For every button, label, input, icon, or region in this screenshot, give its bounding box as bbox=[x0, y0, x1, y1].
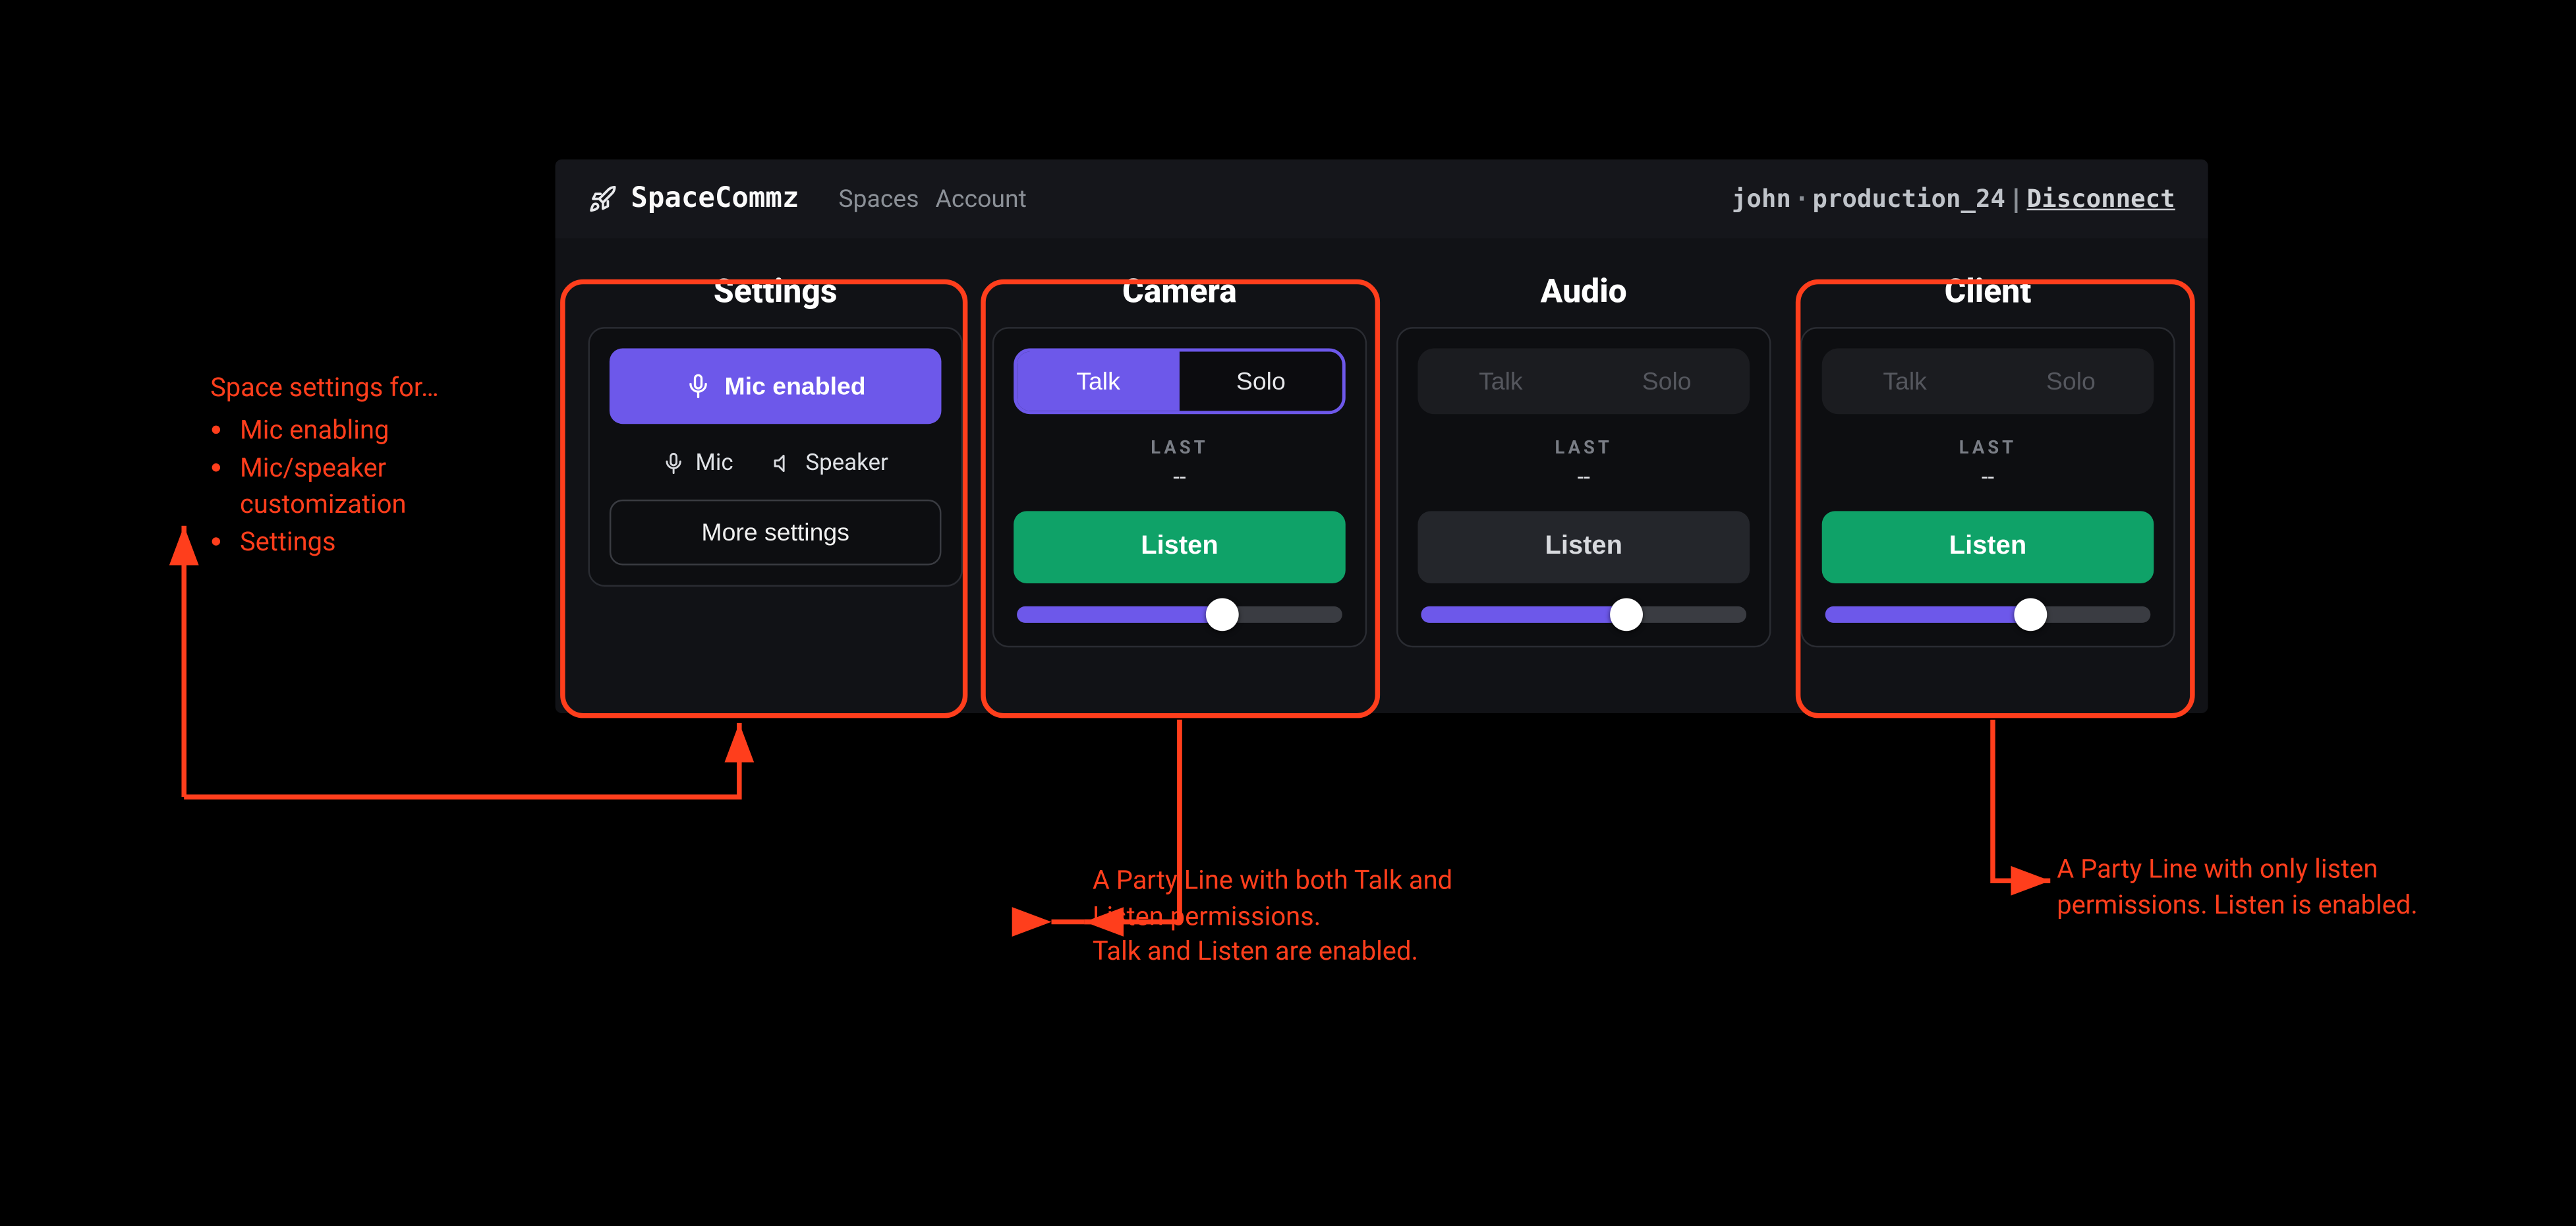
listen-button-camera[interactable]: Listen bbox=[1014, 511, 1346, 583]
topbar: SpaceCommz Spaces Account john · product… bbox=[556, 160, 2208, 239]
volume-slider-audio[interactable] bbox=[1421, 606, 1746, 623]
solo-button-client: Solo bbox=[1988, 349, 2154, 415]
last-value-audio: -- bbox=[1417, 465, 1750, 492]
settings-card: Mic enabled Mic bbox=[588, 327, 962, 587]
panel-title-settings: Settings bbox=[588, 271, 962, 310]
talk-button-audio: Talk bbox=[1417, 349, 1584, 415]
audio-card: Talk Solo LAST -- Listen bbox=[1396, 327, 1771, 647]
brand: SpaceCommz bbox=[588, 183, 799, 216]
mic-enabled-label: Mic enabled bbox=[725, 372, 866, 400]
mic-icon bbox=[663, 452, 686, 475]
annotation-settings-item: Settings bbox=[240, 525, 556, 560]
annotation-settings: Space settings for… Mic enabling Mic/spe… bbox=[210, 370, 556, 564]
talk-solo-toggle-camera: Talk Solo bbox=[1014, 349, 1346, 415]
talk-solo-toggle-client: Talk Solo bbox=[1822, 349, 2154, 415]
last-value-client: -- bbox=[1822, 465, 2154, 492]
brand-label: SpaceCommz bbox=[631, 183, 799, 216]
rocket-icon bbox=[588, 184, 617, 214]
mic-device-select[interactable]: Mic bbox=[663, 450, 733, 477]
panel-audio: Audio Talk Solo LAST -- Listen bbox=[1396, 271, 1771, 647]
annotation-settings-item: Mic/speaker customization bbox=[240, 451, 556, 522]
mic-device-label: Mic bbox=[695, 450, 733, 477]
mic-enabled-button[interactable]: Mic enabled bbox=[610, 349, 942, 424]
annotation-client: A Party Line with only listen permission… bbox=[2057, 851, 2434, 922]
panel-title-client: Client bbox=[1800, 271, 2175, 310]
speaker-device-select[interactable]: Speaker bbox=[772, 450, 888, 477]
talk-button-camera[interactable]: Talk bbox=[1017, 351, 1180, 411]
pipe-separator: | bbox=[2005, 184, 2026, 214]
last-label-camera: LAST bbox=[1014, 437, 1346, 458]
camera-card: Talk Solo LAST -- Listen bbox=[992, 327, 1367, 647]
solo-button-audio: Solo bbox=[1584, 349, 1750, 415]
panel-settings: Settings Mic enabled bbox=[588, 271, 962, 647]
volume-slider-client[interactable] bbox=[1825, 606, 2151, 623]
app-window: SpaceCommz Spaces Account john · product… bbox=[556, 160, 2208, 713]
mic-icon bbox=[685, 373, 712, 399]
last-value-camera: -- bbox=[1014, 465, 1346, 492]
last-label-audio: LAST bbox=[1417, 437, 1750, 458]
client-card: Talk Solo LAST -- Listen bbox=[1800, 327, 2175, 647]
talk-button-client: Talk bbox=[1822, 349, 1988, 415]
annotation-settings-heading: Space settings for… bbox=[210, 370, 556, 405]
panel-camera: Camera Talk Solo LAST -- Listen bbox=[992, 271, 1367, 647]
nav-spaces[interactable]: Spaces bbox=[838, 184, 919, 214]
panel-client: Client Talk Solo LAST -- Listen bbox=[1800, 271, 2175, 647]
speaker-icon bbox=[772, 452, 795, 475]
disconnect-link[interactable]: Disconnect bbox=[2027, 184, 2175, 214]
dot-separator: · bbox=[1791, 184, 1812, 214]
speaker-device-label: Speaker bbox=[805, 450, 888, 477]
talk-solo-toggle-audio: Talk Solo bbox=[1417, 349, 1750, 415]
panel-title-camera: Camera bbox=[992, 271, 1367, 310]
more-settings-button[interactable]: More settings bbox=[610, 500, 942, 566]
session-info: john · production_24 | Disconnect bbox=[1732, 184, 2175, 214]
last-label-client: LAST bbox=[1822, 437, 2154, 458]
session-user: john bbox=[1732, 184, 1791, 214]
annotation-camera: A Party Line with both Talk and Listen p… bbox=[1093, 863, 1470, 969]
panel-title-audio: Audio bbox=[1396, 271, 1771, 310]
solo-button-camera[interactable]: Solo bbox=[1180, 351, 1342, 411]
session-name: production_24 bbox=[1812, 184, 2005, 214]
listen-button-client[interactable]: Listen bbox=[1822, 511, 2154, 583]
listen-button-audio[interactable]: Listen bbox=[1417, 511, 1750, 583]
annotation-settings-item: Mic enabling bbox=[240, 412, 556, 448]
nav-account[interactable]: Account bbox=[936, 184, 1027, 214]
volume-slider-camera[interactable] bbox=[1017, 606, 1342, 623]
